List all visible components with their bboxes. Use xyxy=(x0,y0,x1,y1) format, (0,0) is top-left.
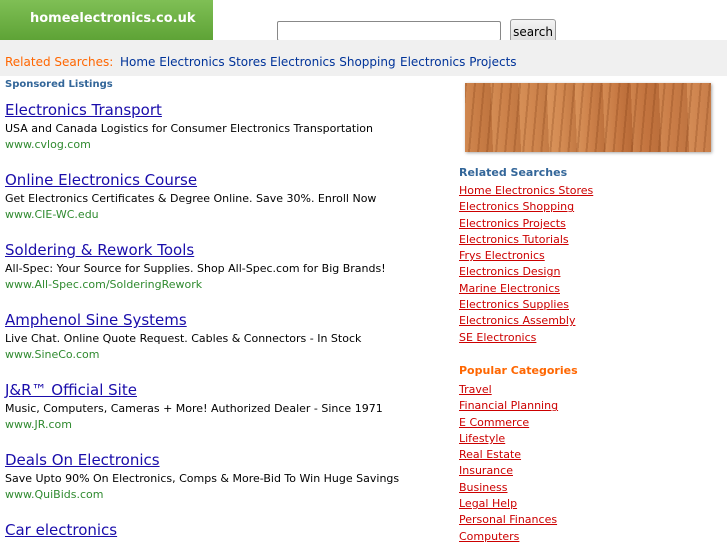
wood-banner-image xyxy=(465,83,711,152)
sidebar-popular-heading: Popular Categories xyxy=(459,364,578,377)
search-input[interactable] xyxy=(277,21,501,41)
listing: Soldering & Rework Tools All-Spec: Your … xyxy=(5,241,445,292)
sidebar-related-heading: Related Searches xyxy=(459,166,568,179)
sidebar-popular-link[interactable]: Travel xyxy=(459,383,492,396)
sidebar-related-link[interactable]: Marine Electronics xyxy=(459,282,560,295)
related-searches-bar: Related Searches: Home Electronics Store… xyxy=(0,40,727,76)
listing-description: Save Upto 90% On Electronics, Comps & Mo… xyxy=(5,472,400,485)
listing-description: Live Chat. Online Quote Request. Cables … xyxy=(5,332,362,345)
listing-url[interactable]: www.SineCo.com xyxy=(5,348,445,362)
listing-url[interactable]: www.QuiBids.com xyxy=(5,488,445,502)
listing-title[interactable]: J&R™ Official Site xyxy=(5,381,445,399)
related-searches-label: Related Searches: xyxy=(5,55,114,69)
header: homeelectronics.co.uk search xyxy=(0,0,727,44)
sidebar-popular-link[interactable]: Lifestyle xyxy=(459,432,505,445)
sidebar-popular-link[interactable]: Computers xyxy=(459,530,519,543)
listing-title[interactable]: Car electronics xyxy=(5,521,445,539)
sidebar-related-link[interactable]: Electronics Tutorials xyxy=(459,233,569,246)
sidebar-popular-link[interactable]: Personal Finances xyxy=(459,513,557,526)
sidebar-related-link[interactable]: Electronics Projects xyxy=(459,217,566,230)
logo-text: homeelectronics.co.uk xyxy=(30,11,196,26)
listing: Electronics Transport USA and Canada Log… xyxy=(5,101,445,152)
sidebar-popular-link[interactable]: Financial Planning xyxy=(459,399,558,412)
listing-description: USA and Canada Logistics for Consumer El… xyxy=(5,122,373,135)
sponsored-listings-label: Sponsored Listings xyxy=(5,79,113,90)
sidebar-popular-link[interactable]: Insurance xyxy=(459,464,513,477)
related-bar-link[interactable]: Home Electronics Stores xyxy=(120,55,266,69)
related-bar-link[interactable]: Electronics Projects xyxy=(400,55,517,69)
sidebar-related-link[interactable]: Electronics Design xyxy=(459,265,560,278)
listing-description: Get Electronics Certificates & Degree On… xyxy=(5,192,377,205)
sidebar-related-link[interactable]: Electronics Supplies xyxy=(459,298,569,311)
listing: Amphenol Sine Systems Live Chat. Online … xyxy=(5,311,445,362)
sidebar-related-link[interactable]: Frys Electronics xyxy=(459,249,545,262)
listing-url[interactable]: www.JR.com xyxy=(5,418,445,432)
listing-url[interactable]: www.cvlog.com xyxy=(5,138,445,152)
related-bar-link[interactable]: Electronics Shopping xyxy=(270,55,396,69)
sidebar-related-list: Home Electronics Stores Electronics Shop… xyxy=(459,181,593,344)
listing-url[interactable]: www.CIE-WC.edu xyxy=(5,208,445,222)
listing: Deals On Electronics Save Upto 90% On El… xyxy=(5,451,445,502)
listing: J&R™ Official Site Music, Computers, Cam… xyxy=(5,381,445,432)
listing-description: All-Spec: Your Source for Supplies. Shop… xyxy=(5,262,386,275)
sidebar-related-link[interactable]: Electronics Shopping xyxy=(459,200,574,213)
sidebar-related-link[interactable]: Electronics Assembly xyxy=(459,314,575,327)
sidebar-popular-link[interactable]: E Commerce xyxy=(459,416,529,429)
sidebar-popular-link[interactable]: Business xyxy=(459,481,508,494)
listing-title[interactable]: Electronics Transport xyxy=(5,101,445,119)
sidebar-popular-link[interactable]: Legal Help xyxy=(459,497,517,510)
listing: Car electronics xyxy=(5,521,445,539)
listing-description: Music, Computers, Cameras + More! Author… xyxy=(5,402,383,415)
sidebar-related-link[interactable]: Home Electronics Stores xyxy=(459,184,593,197)
listing-url[interactable]: www.All-Spec.com/SolderingRework xyxy=(5,278,445,292)
listing: Online Electronics Course Get Electronic… xyxy=(5,171,445,222)
sidebar-popular-link[interactable]: Real Estate xyxy=(459,448,521,461)
site-logo[interactable]: homeelectronics.co.uk xyxy=(0,0,213,40)
listing-title[interactable]: Deals On Electronics xyxy=(5,451,445,469)
listing-title[interactable]: Online Electronics Course xyxy=(5,171,445,189)
listing-title[interactable]: Soldering & Rework Tools xyxy=(5,241,445,259)
sidebar-popular-list: Travel Financial Planning E Commerce Lif… xyxy=(459,380,558,543)
listing-title[interactable]: Amphenol Sine Systems xyxy=(5,311,445,329)
sidebar-related-link[interactable]: SE Electronics xyxy=(459,331,536,344)
